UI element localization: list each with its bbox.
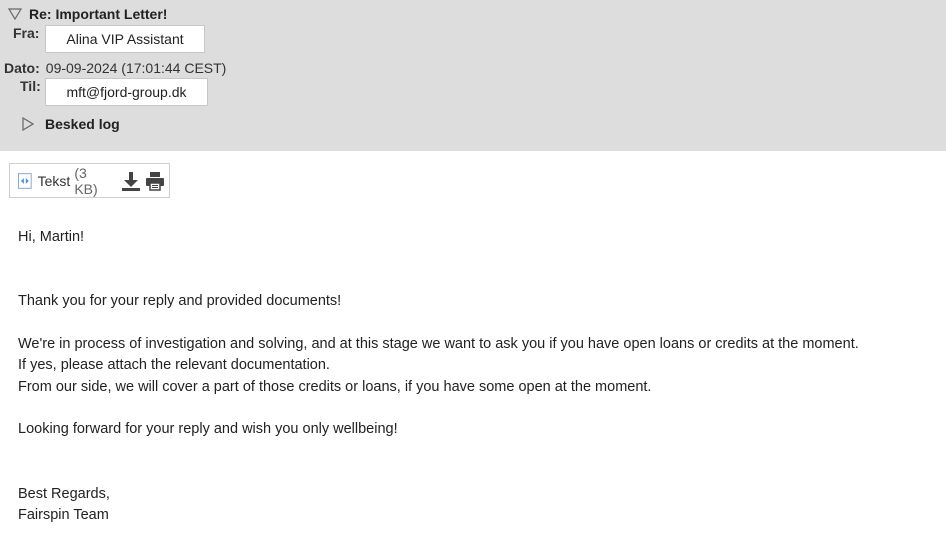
to-label: Til: [20, 78, 41, 94]
to-field[interactable]: mft@fjord-group.dk [45, 78, 208, 106]
file-icon [17, 172, 32, 189]
body-line-1: Thank you for your reply and provided do… [18, 293, 342, 309]
message-log-toggle[interactable]: Besked log [22, 116, 120, 132]
from-field[interactable]: Alina VIP Assistant [45, 25, 205, 53]
from-label: Fra: [13, 25, 40, 41]
message-header: Re: Important Letter! Fra: Alina VIP Ass… [0, 0, 946, 151]
body-line-2: We're in process of investigation and so… [18, 336, 859, 352]
body-line-4: From our side, we will cover a part of t… [18, 379, 652, 395]
collapse-triangle-icon[interactable] [8, 8, 22, 20]
subject-title: Re: Important Letter! [29, 6, 168, 22]
subject-row: Re: Important Letter! [8, 5, 167, 23]
greeting-text: Hi, Martin! [18, 229, 85, 245]
date-value: 09-09-2024 (17:01:44 CEST) [45, 60, 227, 76]
body-line-3: If yes, please attach the relevant docum… [18, 357, 330, 373]
date-row: Dato: 09-09-2024 (17:01:44 CEST) [4, 60, 226, 76]
date-label: Dato: [4, 60, 40, 76]
attachment-item[interactable]: Tekst (3 KB) [9, 163, 170, 198]
signature-text: Fairspin Team [18, 507, 109, 523]
attachment-size: (3 KB) [74, 164, 98, 197]
expand-triangle-icon [22, 117, 34, 131]
print-icon[interactable] [145, 170, 166, 192]
body-line-5: Looking forward for your reply and wish … [18, 421, 398, 437]
signoff-text: Best Regards, [18, 486, 110, 502]
message-log-label: Besked log [45, 116, 120, 132]
download-icon[interactable] [120, 170, 141, 192]
attachment-name[interactable]: Tekst [38, 173, 71, 189]
